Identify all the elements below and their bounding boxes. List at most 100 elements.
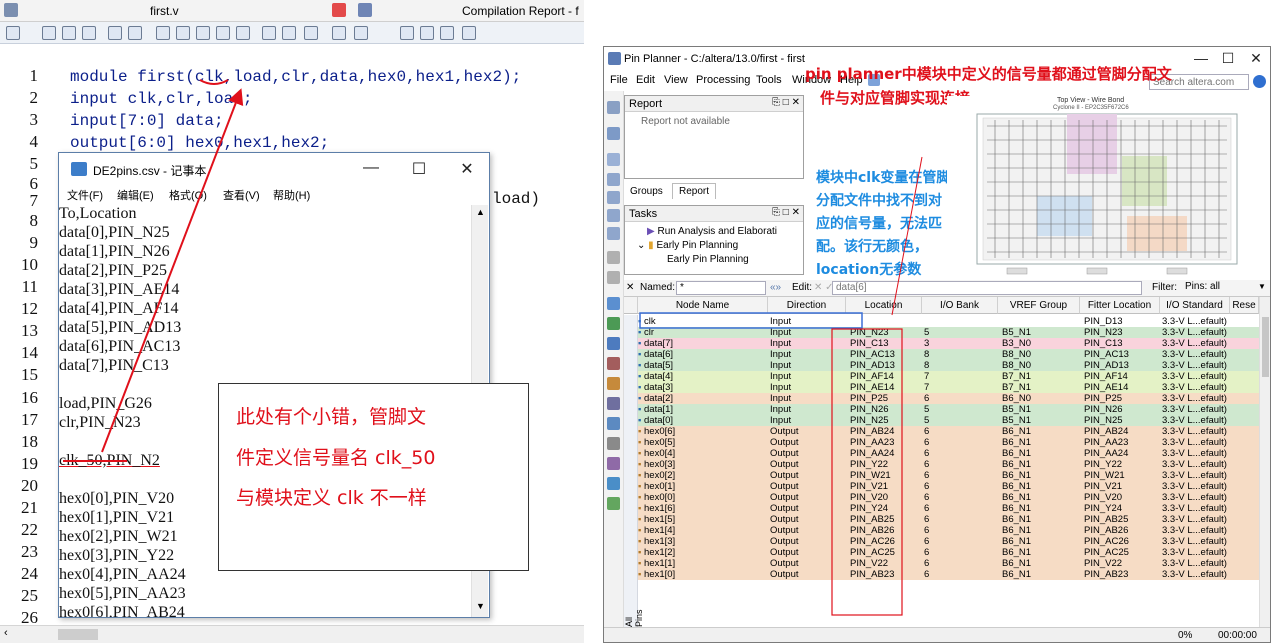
menu-file[interactable]: 文件(F) bbox=[67, 187, 103, 203]
table-row[interactable]: ▪ hex1[4] Output PIN_AB26 6 B6_N1 PIN_AB26 3.3-… bbox=[624, 525, 1259, 536]
cell-loc[interactable]: PIN_AC25 bbox=[850, 547, 920, 558]
table-row[interactable]: ▪ hex0[1] Output PIN_V21 6 B6_N1 PIN_V21 3.3-V … bbox=[624, 481, 1259, 492]
save-icon[interactable] bbox=[6, 26, 20, 40]
undo-icon[interactable] bbox=[607, 251, 620, 264]
cell-loc[interactable]: PIN_W21 bbox=[850, 470, 920, 481]
tool-icon[interactable] bbox=[607, 297, 620, 310]
tool-icon[interactable] bbox=[607, 377, 620, 390]
table-row[interactable]: ▪ clk Input PIN_D13 3.3-V L...efault) bbox=[624, 316, 1259, 327]
filter-select[interactable]: Pins: all bbox=[1182, 281, 1268, 295]
cancel-edit-icon[interactable]: ✕ ✓ bbox=[814, 282, 834, 293]
menu-tools[interactable]: Tools bbox=[756, 74, 782, 86]
window-icon[interactable] bbox=[462, 26, 476, 40]
bookmark-list-icon[interactable] bbox=[236, 26, 250, 40]
tool-icon[interactable] bbox=[607, 227, 620, 240]
tool-icon[interactable] bbox=[607, 153, 620, 166]
tool-icon[interactable] bbox=[607, 127, 620, 140]
code-line[interactable]: output[6:0] hex0,hex1,hex2; bbox=[70, 134, 329, 152]
tool-icon[interactable] bbox=[607, 397, 620, 410]
code-line[interactable]: load) bbox=[492, 190, 540, 208]
pane-controls-icon[interactable]: ⎘ □ ✕ bbox=[772, 207, 800, 218]
find-icon[interactable] bbox=[42, 26, 56, 40]
close-icon[interactable]: ✕ bbox=[1244, 50, 1268, 68]
next-bookmark-icon[interactable] bbox=[176, 26, 190, 40]
menu-processing[interactable]: Processing bbox=[696, 74, 750, 86]
scroll-thumb[interactable] bbox=[1262, 317, 1269, 377]
cell-loc[interactable]: PIN_AB23 bbox=[850, 569, 920, 580]
edit-input[interactable]: data[6] bbox=[832, 281, 1142, 295]
cell-loc[interactable]: PIN_N25 bbox=[850, 415, 920, 426]
cell-loc[interactable]: PIN_V22 bbox=[850, 558, 920, 569]
cell-loc[interactable]: PIN_AA24 bbox=[850, 448, 920, 459]
line-number-icon[interactable] bbox=[332, 26, 346, 40]
cell-loc[interactable]: PIN_P25 bbox=[850, 393, 920, 404]
column-header[interactable]: Location bbox=[846, 297, 922, 314]
find-replace-icon[interactable] bbox=[62, 26, 76, 40]
column-header[interactable]: I/O Standard bbox=[1160, 297, 1230, 314]
minimize-icon[interactable]: — bbox=[359, 159, 383, 179]
close-filter-icon[interactable]: ✕ bbox=[626, 282, 634, 293]
cell-loc[interactable]: PIN_AA23 bbox=[850, 437, 920, 448]
cell-loc[interactable]: PIN_AC26 bbox=[850, 536, 920, 547]
prev-bookmark-icon[interactable] bbox=[196, 26, 210, 40]
maximize-icon[interactable]: ☐ bbox=[1216, 50, 1240, 68]
cell-loc[interactable]: PIN_V20 bbox=[850, 492, 920, 503]
menu-edit[interactable]: Edit bbox=[636, 74, 655, 86]
column-header[interactable]: Rese bbox=[1230, 297, 1259, 314]
menu-view[interactable]: 查看(V) bbox=[223, 187, 260, 203]
tool-icon[interactable] bbox=[607, 209, 620, 222]
table-row[interactable]: ▪ clr Input PIN_N23 5 B5_N1 PIN_N23 3.3-V L...e… bbox=[624, 327, 1259, 338]
menu-view[interactable]: View bbox=[664, 74, 688, 86]
code-line[interactable]: input clk,clr,load; bbox=[70, 90, 252, 108]
cell-loc[interactable]: PIN_AC13 bbox=[850, 349, 920, 360]
goto-icon[interactable] bbox=[82, 26, 96, 40]
tab-compilation-report[interactable]: Compilation Report - f bbox=[462, 4, 584, 18]
comment-icon[interactable] bbox=[282, 26, 296, 40]
cell-loc[interactable]: PIN_V21 bbox=[850, 481, 920, 492]
cell-loc[interactable]: PIN_AD13 bbox=[850, 360, 920, 371]
table-row[interactable]: ▪ hex0[2] Output PIN_W21 6 B6_N1 PIN_W21 3.3-V … bbox=[624, 470, 1259, 481]
task-item[interactable]: Early Pin Planning bbox=[667, 254, 749, 264]
pane-controls-icon[interactable]: ⎘ □ ✕ bbox=[772, 97, 800, 108]
cell-loc[interactable] bbox=[850, 316, 920, 327]
uncomment-icon[interactable] bbox=[304, 26, 318, 40]
table-row[interactable]: ▪ hex0[5] Output PIN_AA23 6 B6_N1 PIN_AA23 3.3-… bbox=[624, 437, 1259, 448]
menu-format[interactable]: 格式(O) bbox=[169, 187, 207, 203]
editor-horizontal-scrollbar[interactable]: ‹ bbox=[0, 625, 584, 643]
bookmark-icon[interactable] bbox=[156, 26, 170, 40]
close-tab-icon[interactable] bbox=[332, 3, 346, 17]
left-align-icon[interactable] bbox=[420, 26, 434, 40]
column-header[interactable]: I/O Bank bbox=[922, 297, 998, 314]
tool-icon[interactable] bbox=[607, 173, 620, 186]
table-row[interactable]: ▪ hex1[2] Output PIN_AC25 6 B6_N1 PIN_AC25 3.3-… bbox=[624, 547, 1259, 558]
tool-icon[interactable] bbox=[607, 191, 620, 204]
table-row[interactable]: ▪ hex1[6] Output PIN_Y24 6 B6_N1 PIN_Y24 3.3-V … bbox=[624, 503, 1259, 514]
tool-icon[interactable] bbox=[607, 457, 620, 470]
table-row[interactable]: ▪ hex1[3] Output PIN_AC26 6 B6_N1 PIN_AC26 3.3-… bbox=[624, 536, 1259, 547]
named-input[interactable]: * bbox=[676, 281, 766, 295]
code-line[interactable]: input[7:0] data; bbox=[70, 112, 224, 130]
chip-top-view[interactable]: Top View - Wire Bond Cyclone II - EP2C35… bbox=[947, 96, 1269, 280]
tab-first-v[interactable]: first.v bbox=[150, 4, 234, 18]
cell-loc[interactable]: PIN_AF14 bbox=[850, 371, 920, 382]
cell-loc[interactable]: PIN_AB26 bbox=[850, 525, 920, 536]
tool-icon[interactable] bbox=[607, 317, 620, 330]
task-item[interactable]: ⌄ ▮ Early Pin Planning bbox=[637, 240, 738, 251]
menu-help[interactable]: 帮助(H) bbox=[273, 187, 310, 203]
table-row[interactable]: ▪ hex0[6] Output PIN_AB24 6 B6_N1 PIN_AB24 3.3-… bbox=[624, 426, 1259, 437]
scroll-up-icon[interactable]: ▲ bbox=[476, 207, 485, 217]
tool-icon[interactable] bbox=[607, 357, 620, 370]
tool-icon[interactable] bbox=[607, 101, 620, 114]
column-header[interactable]: Fitter Location bbox=[1080, 297, 1160, 314]
table-row[interactable]: ▪ data[3] Input PIN_AE14 7 B7_N1 PIN_AE14 3.3-V… bbox=[624, 382, 1259, 393]
cell-loc[interactable]: PIN_Y24 bbox=[850, 503, 920, 514]
table-row[interactable]: ▪ data[1] Input PIN_N26 5 B5_N1 PIN_N26 3.3-V L… bbox=[624, 404, 1259, 415]
table-row[interactable]: ▪ hex1[1] Output PIN_V22 6 B6_N1 PIN_V22 3.3-V … bbox=[624, 558, 1259, 569]
menu-file[interactable]: File bbox=[610, 74, 628, 86]
tool-icon[interactable] bbox=[607, 477, 620, 490]
cell-loc[interactable]: PIN_C13 bbox=[850, 338, 920, 349]
cell-loc[interactable]: PIN_AB25 bbox=[850, 514, 920, 525]
expand-icon[interactable]: «» bbox=[770, 282, 781, 293]
table-row[interactable]: ▪ data[7] Input PIN_C13 3 B3_N0 PIN_C13 3.3-V L… bbox=[624, 338, 1259, 349]
table-row[interactable]: ▪ data[6] Input PIN_AC13 8 B8_N0 PIN_AC13 3.3-V… bbox=[624, 349, 1259, 360]
